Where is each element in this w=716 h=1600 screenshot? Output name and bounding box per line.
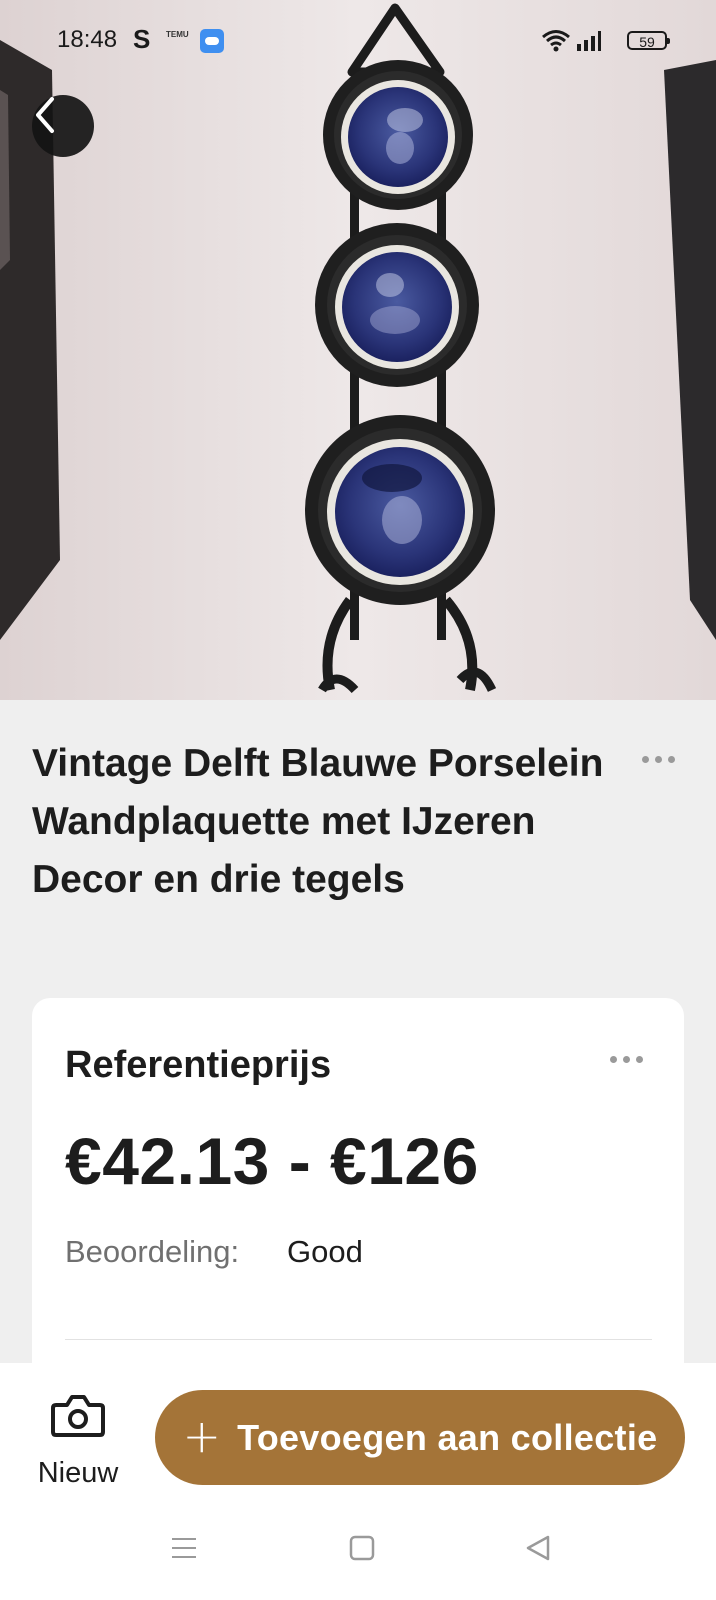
product-photo[interactable]: 18:48 S TEMU 59 <box>0 0 716 700</box>
weather-icon <box>200 29 224 53</box>
rating-value: Good <box>287 1234 363 1269</box>
signal-icon <box>577 31 601 51</box>
camera-icon <box>51 1395 105 1437</box>
product-title: Vintage Delft Blauwe Porselein Wandplaqu… <box>32 742 604 901</box>
chevron-left-icon <box>36 97 54 133</box>
home-icon[interactable] <box>349 1535 375 1561</box>
new-scan-button[interactable]: Nieuw <box>28 1383 128 1493</box>
product-more-icon[interactable] <box>642 756 675 763</box>
back-nav-icon[interactable] <box>524 1535 552 1561</box>
rating-label: Beoordeling: <box>65 1234 240 1269</box>
battery-icon: 59 <box>627 31 670 50</box>
temu-badge: TEMU <box>166 30 189 39</box>
new-label: Nieuw <box>37 1457 119 1489</box>
add-to-collection-button[interactable]: + Toevoegen aan collectie <box>155 1390 685 1485</box>
back-button[interactable] <box>32 95 94 157</box>
menu-icon[interactable] <box>170 1535 198 1561</box>
bottom-action-bar: Nieuw + Toevoegen aan collectie <box>0 1363 716 1600</box>
price-range: €42.13 - €126 <box>65 1124 479 1198</box>
plus-icon: + <box>182 1408 222 1463</box>
price-card-heading: Referentieprijs <box>65 1044 332 1086</box>
delft-plaque-illustration <box>0 0 716 700</box>
app-indicator: S <box>133 24 151 54</box>
wifi-icon <box>542 30 570 52</box>
status-time: 18:48 <box>57 26 118 53</box>
price-card: Referentieprijs €42.13 - €126 Beoordelin… <box>32 998 684 1398</box>
add-to-collection-label: Toevoegen aan collectie <box>237 1416 658 1458</box>
price-more-icon[interactable] <box>610 1056 643 1063</box>
card-divider <box>65 1339 652 1340</box>
